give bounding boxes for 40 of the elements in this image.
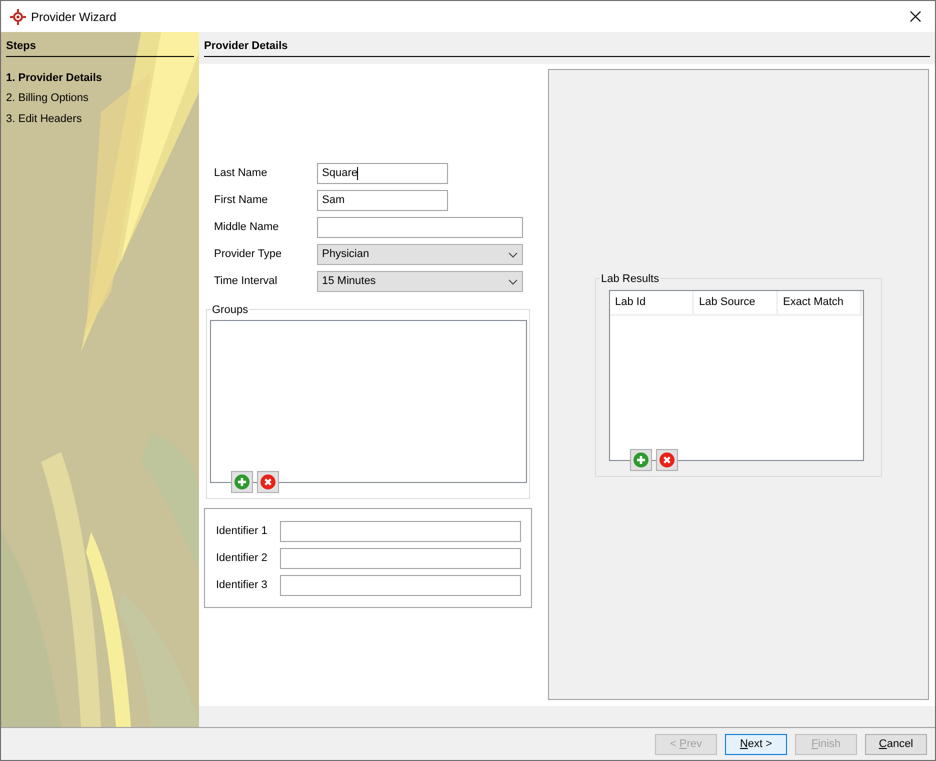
remove-icon — [260, 474, 276, 490]
step-item: 2. Billing Options — [6, 91, 90, 106]
groups-title: Groups — [211, 302, 250, 318]
column-header[interactable]: Lab Id — [610, 291, 694, 316]
column-header[interactable]: Lab Source — [694, 291, 778, 316]
remove-button[interactable] — [656, 449, 678, 471]
steps-title: Steps — [6, 38, 194, 56]
text-field[interactable]: Square — [317, 163, 448, 184]
field-label: Middle Name — [214, 220, 280, 236]
close-icon — [910, 11, 920, 22]
add-icon — [234, 474, 250, 490]
wizard-button[interactable]: Cancel — [865, 734, 927, 754]
dropdown[interactable]: 15 Minutes — [317, 271, 523, 292]
text-field[interactable] — [317, 217, 523, 238]
chevron-down-icon — [508, 278, 518, 284]
page-title: Provider Details — [204, 38, 930, 56]
field-label: Provider Type — [214, 247, 283, 262]
step-item: 3. Edit Headers — [6, 112, 83, 126]
text-field[interactable] — [280, 575, 521, 596]
wizard-button[interactable]: Next > — [725, 734, 787, 754]
field-label: Identifier 3 — [216, 578, 268, 594]
step-item: 1. Provider Details — [6, 70, 103, 86]
app-logo-icon — [10, 8, 26, 24]
field-label: Time Interval — [214, 274, 278, 290]
add-button[interactable] — [231, 471, 253, 493]
remove-button[interactable] — [257, 471, 279, 493]
text-field[interactable] — [280, 548, 521, 569]
dropdown[interactable]: Physician — [317, 244, 523, 265]
field-label: Identifier 1 — [216, 524, 268, 540]
chevron-down-icon — [508, 252, 518, 258]
field-label: Last Name — [214, 166, 268, 182]
add-icon — [633, 452, 649, 468]
text-field[interactable] — [280, 521, 521, 542]
remove-icon — [659, 452, 675, 468]
field-label: First Name — [214, 193, 269, 208]
window-title: Provider Wizard — [31, 8, 116, 26]
add-button[interactable] — [630, 449, 652, 471]
text-field[interactable]: Sam — [317, 190, 448, 211]
column-header[interactable]: Exact Match — [778, 291, 862, 316]
field-label: Identifier 2 — [216, 551, 268, 566]
